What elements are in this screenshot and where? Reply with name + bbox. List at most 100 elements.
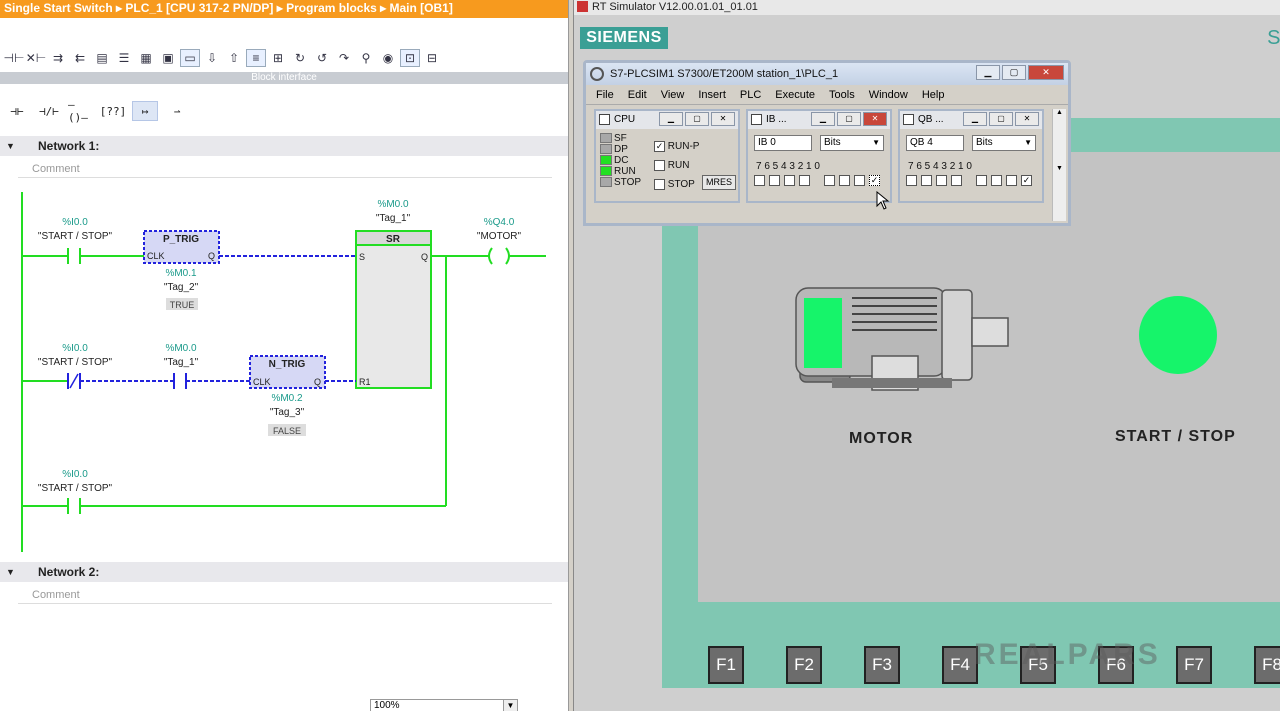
mres-button[interactable]: MRES — [702, 175, 736, 190]
ib-bit1[interactable] — [854, 175, 865, 186]
qb-bit7[interactable] — [906, 175, 917, 186]
runp-checkbox[interactable]: ✓ — [654, 140, 665, 152]
menu-view[interactable]: View — [661, 85, 685, 104]
run-label: RUN — [667, 160, 690, 171]
cpu-close-button[interactable]: ✕ — [711, 112, 735, 126]
f8-key[interactable]: F8 — [1254, 646, 1280, 684]
ib-bit2[interactable] — [839, 175, 850, 186]
minimize-button[interactable]: ▁ — [976, 65, 1000, 80]
qb-min-button[interactable]: ▁ — [963, 112, 987, 126]
qb-address-input[interactable]: QB 4 — [906, 135, 964, 151]
f3-key[interactable]: F3 — [864, 646, 900, 684]
ib-panel-title: IB ... ▁ ▢ ✕ — [748, 111, 890, 129]
run-led-label: RUN — [614, 166, 636, 177]
zoom-value: 100% — [374, 700, 400, 711]
coil-right — [505, 247, 510, 265]
menu-insert[interactable]: Insert — [698, 85, 726, 104]
menu-tools[interactable]: Tools — [829, 85, 855, 104]
sr-r1: R1 — [359, 377, 371, 387]
ib-min-button[interactable]: ▁ — [811, 112, 835, 126]
mode-switch: ✓ RUN-P RUN STOP — [654, 137, 699, 194]
qb-bit3[interactable] — [976, 175, 987, 186]
qb-title: QB ... — [918, 114, 944, 125]
contact3-tag: "Tag_1" — [164, 357, 199, 368]
rt-simulator-title: RT Simulator V12.00.01.01_01.01 — [592, 1, 758, 13]
plcsim-scrollbar[interactable]: ▲ ▼ — [1052, 109, 1066, 221]
menu-plc[interactable]: PLC — [740, 85, 761, 104]
contact2-addr: %I0.0 — [62, 343, 88, 354]
ib-bit0[interactable]: ✓ — [869, 175, 880, 186]
mouse-cursor-icon — [876, 191, 890, 210]
plcsim-icon — [590, 67, 604, 81]
f4-key[interactable]: F4 — [942, 646, 978, 684]
ib-bit5[interactable] — [784, 175, 795, 186]
ntrig-bit-tag: "Tag_3" — [270, 407, 305, 418]
contact4-addr: %I0.0 — [62, 469, 88, 480]
qb-bit-numbers: 7 6 5 4 3 2 1 0 — [908, 161, 972, 172]
ptrig-clk: CLK — [147, 251, 165, 261]
dp-led — [600, 144, 612, 155]
f2-key[interactable]: F2 — [786, 646, 822, 684]
zoom-select[interactable]: 100% ▼ — [370, 699, 518, 711]
f7-key[interactable]: F7 — [1176, 646, 1212, 684]
collapse-icon-2[interactable]: ▼ — [6, 562, 15, 582]
ib-icon — [751, 114, 762, 125]
start-stop-lamp[interactable] — [1139, 296, 1217, 374]
cpu-min-button[interactable]: ▁ — [659, 112, 683, 126]
menu-execute[interactable]: Execute — [775, 85, 815, 104]
qb-bit2[interactable] — [991, 175, 1002, 186]
ib-bit3[interactable] — [824, 175, 835, 186]
qb-max-button[interactable]: ▢ — [989, 112, 1013, 126]
menu-window[interactable]: Window — [869, 85, 908, 104]
motor-label: MOTOR — [849, 430, 914, 447]
qb-panel-title: QB ... ▁ ▢ ✕ — [900, 111, 1042, 129]
ib-bit4[interactable] — [799, 175, 810, 186]
cpu-max-button[interactable]: ▢ — [685, 112, 709, 126]
close-button[interactable]: ✕ — [1028, 65, 1064, 80]
qb-format-select[interactable]: Bits ▼ — [972, 135, 1036, 151]
menu-file[interactable]: File — [596, 85, 614, 104]
contact4-tag: "START / STOP" — [38, 483, 113, 494]
chevron-down-icon[interactable]: ▼ — [503, 700, 517, 711]
ib-close-button[interactable]: ✕ — [863, 112, 887, 126]
cpu-panel-title: CPU ▁ ▢ ✕ — [596, 111, 738, 129]
ib-bit7[interactable] — [754, 175, 765, 186]
qb-bit0[interactable]: ✓ — [1021, 175, 1032, 186]
qb-bit4[interactable] — [951, 175, 962, 186]
qb-close-button[interactable]: ✕ — [1015, 112, 1039, 126]
dc-led-label: DC — [614, 155, 629, 166]
qb-bit5[interactable] — [936, 175, 947, 186]
menu-help[interactable]: Help — [922, 85, 945, 104]
run-checkbox[interactable] — [654, 159, 665, 171]
qb-bit1[interactable] — [1006, 175, 1017, 186]
ladder-diagram: %I0.0 "START / STOP" P_TRIG CLK Q %M0.1 … — [21, 192, 546, 552]
maximize-button[interactable]: ▢ — [1002, 65, 1026, 80]
ib-format-value: Bits — [824, 137, 841, 148]
stop-label: STOP — [667, 179, 695, 190]
plcsim-titlebar[interactable]: S7-PLCSIM1 S7300/ET200M station_1\PLC_1 … — [586, 63, 1068, 85]
ptrig-q: Q — [208, 251, 215, 261]
ib-max-button[interactable]: ▢ — [837, 112, 861, 126]
motor-status-indicator — [804, 298, 842, 368]
ptrig-status: TRUE — [170, 300, 195, 310]
ib-bit-checkboxes: ✓ — [754, 175, 880, 186]
ib-bit6[interactable] — [769, 175, 780, 186]
f1-key[interactable]: F1 — [708, 646, 744, 684]
motor-icon[interactable] — [792, 284, 1012, 396]
network-2-header[interactable]: ▼ Network 2: — [0, 562, 568, 582]
sr-addr: %M0.0 — [377, 199, 409, 210]
coil-tag: "MOTOR" — [477, 231, 522, 242]
plcsim-window: S7-PLCSIM1 S7300/ET200M station_1\PLC_1 … — [583, 60, 1071, 226]
menu-edit[interactable]: Edit — [628, 85, 647, 104]
ib-address-input[interactable]: IB 0 — [754, 135, 812, 151]
contact2-slash — [69, 373, 79, 389]
chevron-down-icon: ▼ — [1024, 138, 1032, 147]
plcsim-title: S7-PLCSIM1 S7300/ET200M station_1\PLC_1 — [610, 68, 839, 80]
ib-panel: IB ... ▁ ▢ ✕ IB 0 Bits ▼ 7 6 5 4 3 2 1 0 … — [746, 109, 892, 203]
qb-bit6[interactable] — [921, 175, 932, 186]
network-2-comment[interactable]: Comment — [18, 586, 552, 604]
ib-format-select[interactable]: Bits ▼ — [820, 135, 884, 151]
sr-name: SR — [386, 234, 401, 245]
chevron-down-icon: ▼ — [872, 138, 880, 147]
stop-checkbox[interactable] — [654, 178, 665, 190]
